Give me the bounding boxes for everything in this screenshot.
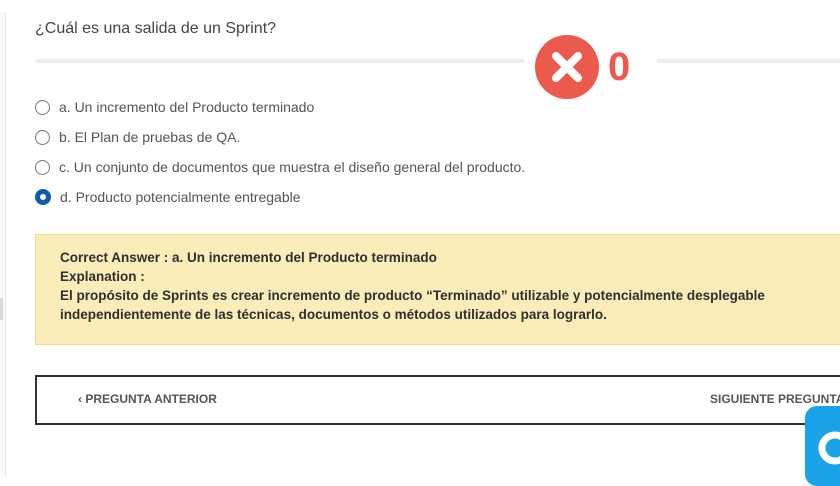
x-circle-icon: [535, 35, 599, 99]
option-label: d. Producto potencialmente entregable: [60, 189, 301, 205]
previous-question-link[interactable]: ‹ PREGUNTA ANTERIOR: [78, 392, 217, 406]
radio-button[interactable]: [35, 129, 50, 145]
question-divider: [35, 59, 840, 63]
option-a[interactable]: a. Un incremento del Producto terminado: [35, 92, 525, 122]
score-value: 0: [608, 45, 631, 89]
left-panel-edge: [0, 12, 6, 477]
score-indicator: 0: [524, 34, 657, 100]
answer-options: a. Un incremento del Producto terminado …: [35, 92, 525, 212]
radio-button[interactable]: [35, 99, 50, 115]
option-label: b. El Plan de pruebas de QA.: [59, 129, 241, 145]
radio-button[interactable]: [35, 159, 50, 175]
chat-widget-button[interactable]: [805, 406, 840, 486]
explanation-label: Explanation :: [60, 269, 145, 284]
option-d[interactable]: d. Producto potencialmente entregable: [35, 182, 525, 212]
option-b[interactable]: b. El Plan de pruebas de QA.: [35, 122, 525, 152]
option-label: c. Un conjunto de documentos que muestra…: [59, 159, 526, 175]
option-label: a. Un incremento del Producto terminado: [59, 99, 315, 115]
explanation-text: El propósito de Sprints es crear increme…: [60, 288, 765, 322]
option-c[interactable]: c. Un conjunto de documentos que muestra…: [35, 152, 525, 182]
feedback-box: Correct Answer : a. Un incremento del Pr…: [35, 234, 840, 345]
correct-answer: Correct Answer : a. Un incremento del Pr…: [60, 250, 437, 265]
scroll-marker: [0, 298, 3, 320]
next-question-link[interactable]: SIGUIENTE PREGUNTA ›: [710, 392, 840, 406]
chat-icon: [818, 431, 840, 465]
question-text: ¿Cuál es una salida de un Sprint?: [35, 20, 277, 37]
question-navigation: ‹ PREGUNTA ANTERIOR SIGUIENTE PREGUNTA ›: [35, 375, 840, 425]
radio-button-selected[interactable]: [35, 189, 51, 205]
